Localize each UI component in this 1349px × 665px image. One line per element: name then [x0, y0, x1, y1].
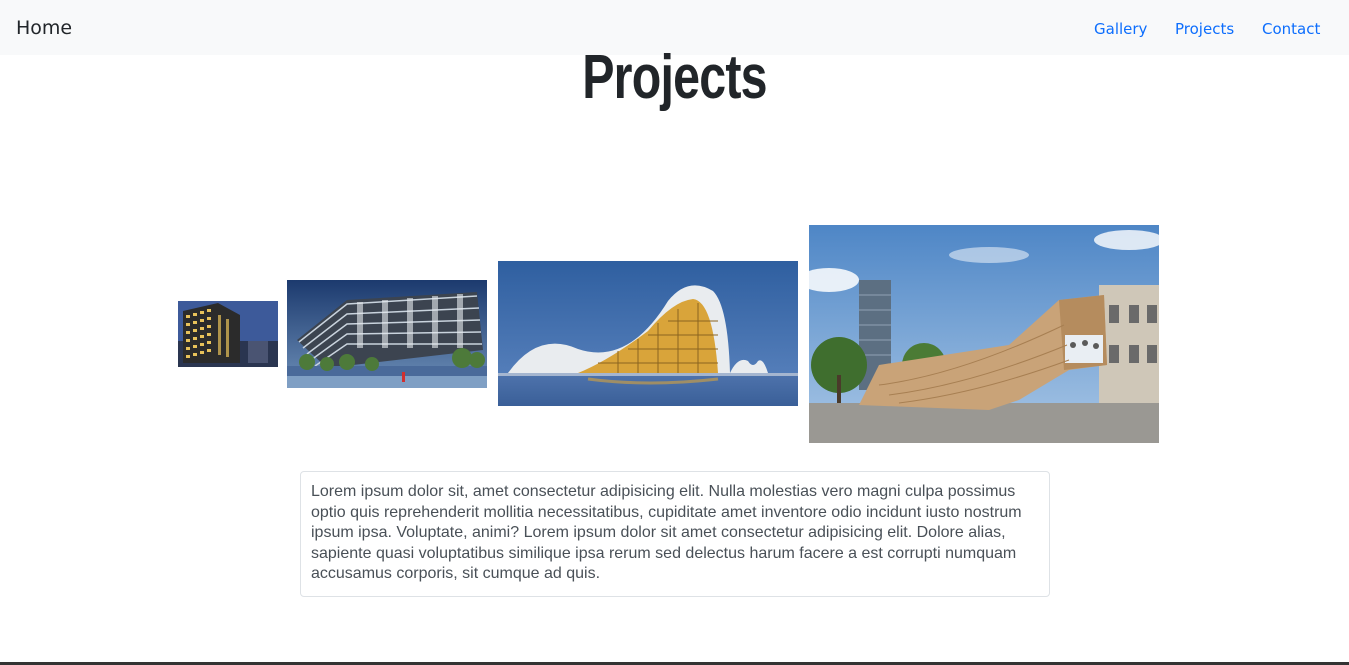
- nav-link-projects[interactable]: Projects: [1175, 19, 1234, 39]
- wooden-pavilion-photo: [809, 225, 1159, 443]
- tower-photo: [178, 301, 278, 367]
- gallery-image-1[interactable]: [178, 301, 278, 367]
- cultural-center-photo: [498, 261, 798, 406]
- project-description: Lorem ipsum dolor sit, amet consectetur …: [300, 471, 1050, 597]
- nav-link-gallery[interactable]: Gallery: [1094, 19, 1147, 39]
- gallery-image-4[interactable]: [809, 225, 1159, 443]
- page-title: Projects: [582, 43, 767, 112]
- office-building-photo: [287, 280, 487, 388]
- gallery-image-2[interactable]: [287, 280, 487, 388]
- gallery-image-3[interactable]: [498, 261, 798, 406]
- nav-link-contact[interactable]: Contact: [1262, 19, 1320, 39]
- home-link[interactable]: Home: [16, 16, 72, 40]
